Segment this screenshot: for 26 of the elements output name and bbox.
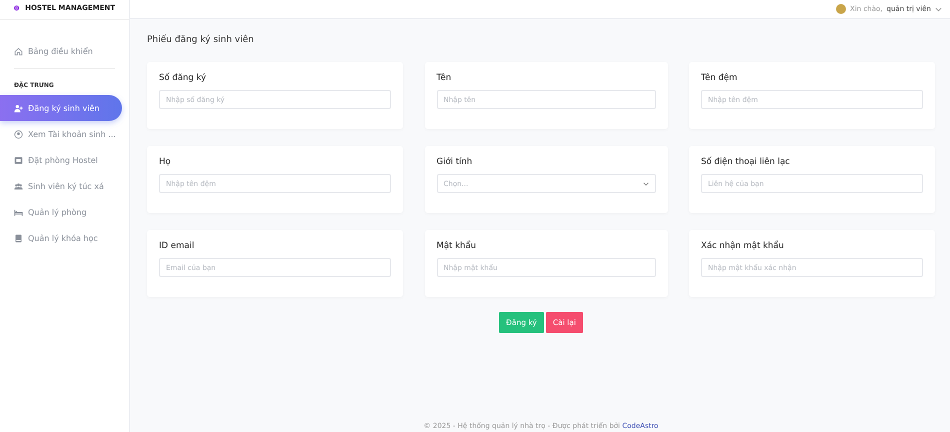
form-title: Phiếu đăng ký sinh viên bbox=[147, 35, 255, 45]
users-icon bbox=[14, 182, 23, 190]
sidebar-item[interactable]: Đặt phòng Hostel bbox=[0, 147, 129, 173]
user-plus-icon bbox=[14, 104, 23, 112]
sidebar-item[interactable]: Sinh viên ký túc xá bbox=[0, 173, 129, 199]
field-label: Họ bbox=[159, 157, 172, 167]
sidebar-item[interactable]: Đăng ký sinh viên bbox=[0, 95, 122, 121]
card-icon bbox=[14, 156, 23, 164]
avatar-icon bbox=[836, 4, 846, 14]
sidebar-item[interactable]: Xem Tài khoản sinh ... bbox=[0, 121, 129, 147]
field-label: Mật khẩu bbox=[436, 241, 477, 251]
chevron-down-icon bbox=[642, 182, 648, 186]
sidebar-item[interactable]: Bảng điều khiển bbox=[14, 38, 115, 64]
field-label: Giới tính bbox=[436, 157, 474, 167]
bed-icon bbox=[14, 208, 23, 216]
field-label: Tên bbox=[436, 73, 452, 83]
field-label: Tên đệm bbox=[701, 73, 738, 83]
book-icon bbox=[14, 234, 23, 242]
field-label: Xác nhận mật khẩu bbox=[701, 241, 785, 251]
sidebar-item[interactable]: Quản lý phòng bbox=[0, 199, 129, 225]
sidebar-item[interactable]: Quản lý khóa học bbox=[0, 225, 129, 251]
field-label: Số đăng ký bbox=[159, 73, 208, 83]
home-icon bbox=[14, 46, 23, 56]
field-label: Số điện thoại liên lạc bbox=[701, 157, 791, 167]
chevron-down-icon[interactable] bbox=[935, 6, 942, 12]
field-label: ID email bbox=[159, 241, 196, 251]
